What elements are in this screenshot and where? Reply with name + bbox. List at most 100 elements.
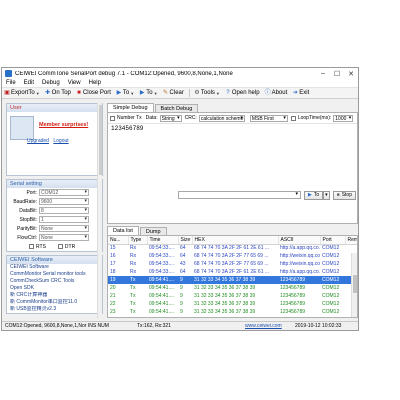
flowctrl-select[interactable]: None (39, 234, 89, 241)
table-cell-size: 9 (180, 285, 183, 291)
table-cell-ascii: 123456789 (280, 301, 306, 307)
maximize-button[interactable]: ☐ (330, 70, 344, 78)
loop-checkbox[interactable] (290, 115, 296, 121)
user-avatar (10, 116, 34, 140)
send-dropdown-button[interactable]: ▾ (323, 190, 330, 200)
table-cell-n: 23 (110, 309, 116, 315)
table-row[interactable]: 22 Tx 09:54:41.... 9 31 32 33 34 35 36 37 38… (108, 300, 357, 308)
databit-select[interactable]: 8 (39, 207, 89, 214)
table-scrollbar[interactable] (351, 253, 357, 317)
clear-button[interactable]: ✎ Clear (163, 90, 184, 96)
crc-scheme-select[interactable]: calculation scheme (198, 114, 245, 122)
minimize-button[interactable]: – (316, 70, 330, 77)
send-history-select[interactable] (178, 191, 302, 199)
table-row[interactable]: 17 Rx 09:54:33.... 43 68 74 74 70 3A 2F 2F 7… (108, 260, 357, 268)
upgraded-link[interactable]: Upgraded (27, 138, 49, 144)
table-cell-time: 09:54:41.... (149, 301, 175, 307)
software-link[interactable]: CEIWEI Software (7, 264, 102, 271)
table-cell-ascii: http://weixin.qq.co... (280, 253, 320, 259)
software-link[interactable]: CommMonitor Serial monitor tools (7, 271, 102, 278)
setting-port: Port: COM12 (7, 188, 102, 197)
column-header[interactable]: Size (178, 236, 193, 245)
column-header[interactable]: ASCII (278, 236, 321, 245)
stop-port-icon: ■ (77, 90, 81, 96)
baudrate-select[interactable]: 9600 (39, 198, 89, 205)
app-icon (5, 70, 12, 77)
status-datetime: 2019-10-12 10:02:33 (295, 323, 342, 329)
data-format-select[interactable]: String (159, 114, 182, 122)
send-to-button-1[interactable]: ▶ To ▼ (116, 90, 135, 96)
column-header[interactable]: Nu... (108, 236, 129, 245)
software-link[interactable]: Open SDK (7, 285, 102, 292)
rts-checkbox[interactable] (29, 244, 34, 249)
ontop-button[interactable]: ✚ On Top (45, 90, 71, 96)
menu-help[interactable]: Help (89, 80, 101, 86)
column-header[interactable]: Port (320, 236, 346, 245)
menu-edit[interactable]: Edit (24, 80, 34, 86)
menu-view[interactable]: View (68, 80, 81, 86)
sidebar-scrollbar[interactable] (97, 103, 102, 318)
column-header[interactable]: Remark (345, 236, 357, 245)
table-cell-hex: 68 74 74 70 3A 2F 2F 77 65 69 ... (194, 253, 269, 259)
table-cell-time: 09:54:41.... (149, 293, 175, 299)
send-to-button[interactable]: ▶ To (304, 190, 324, 200)
table-row[interactable]: 20 Tx 09:54:41.... 9 31 32 33 34 35 36 37 38… (108, 284, 357, 292)
loop-time-input[interactable]: 1000 (333, 114, 354, 122)
logout-link[interactable]: Logout (53, 138, 68, 144)
open-help-button[interactable]: ? Open help (225, 90, 259, 96)
table-cell-hex: 31 32 33 34 35 36 37 38 39 (194, 301, 256, 307)
stop-button[interactable]: ■ Stop (332, 190, 356, 200)
column-header[interactable]: Time (147, 236, 179, 245)
table-row[interactable]: 19 Tx 09:54:41.... 9 31 32 33 34 35 36 37 38… (108, 276, 357, 284)
port-select[interactable]: COM12 (39, 189, 89, 196)
tab-dump[interactable]: Dump (139, 227, 167, 235)
table-cell-remark (345, 244, 357, 252)
table-cell-ascii: 123456789 (278, 316, 320, 317)
chevron-down-icon: ▼ (130, 90, 135, 96)
table-row[interactable]: 18 Rx 09:54:33.... 64 68 74 74 70 3A 2F 2F 6… (108, 268, 357, 276)
send-text-area[interactable]: 123456789 (108, 124, 357, 133)
tab-batch-debug[interactable]: Batch Debug (154, 104, 199, 112)
dtr-label: DTR (64, 243, 76, 250)
number-tx-checkbox[interactable] (110, 115, 115, 121)
table-row[interactable]: 16 Rx 09:54:33.... 64 68 74 74 70 3A 2F 2F 7… (108, 252, 357, 260)
close-window-button[interactable]: ✕ (344, 70, 358, 78)
software-link[interactable]: CommCheckSum CRC Tools (7, 278, 102, 285)
table-cell-time: 09:54:33.... (149, 269, 175, 275)
title-bar: CEIWEI CommTone SerialPort debug 7.1 - C… (2, 68, 358, 79)
table-row[interactable]: 23 Tx 09:54:41.... 9 31 32 33 34 35 36 37 38… (108, 308, 357, 316)
table-row[interactable]: 21 Tx 09:54:41.... 9 31 32 33 34 35 36 37 38… (108, 292, 357, 300)
paritybit-select[interactable]: None (39, 225, 89, 232)
member-surprises-link[interactable]: Member surprises! (39, 122, 88, 128)
table-row[interactable]: 24Tx09:54:41....931 32 33 34 35 36 37 38… (108, 316, 357, 317)
table-cell-type: Rx (130, 245, 137, 252)
data-label: Data: (145, 115, 158, 121)
menu-debug[interactable]: Debug (42, 80, 60, 86)
export-button[interactable]: ▣ ExportTo ▼ (4, 90, 40, 96)
table-cell-type: Rx (130, 269, 137, 275)
menu-file[interactable]: File (6, 80, 16, 86)
website-link[interactable]: www.ceiwei.com (245, 323, 295, 329)
software-link[interactable]: 新 CommMonitor串口监控11.0 (7, 299, 102, 306)
table-cell-time: 09:54:41.... (149, 309, 175, 315)
tab-data-list[interactable]: Data list (107, 226, 139, 235)
window-title: CEIWEI CommTone SerialPort debug 7.1 - C… (15, 70, 233, 77)
software-link[interactable]: 新 USB监控精灵v2.3 (7, 306, 102, 313)
exit-button[interactable]: ➜ Exit (292, 90, 310, 96)
tab-simple-debug[interactable]: Simple Debug (107, 103, 154, 112)
column-header[interactable]: HEX (192, 236, 279, 245)
stopbit-select[interactable]: 1 (39, 216, 89, 223)
table-cell-n: 21 (110, 293, 116, 299)
about-button[interactable]: ⓘ About (265, 90, 288, 96)
chevron-down-icon: ▾ (325, 192, 328, 198)
column-header[interactable]: Type (128, 236, 148, 245)
play-icon: ▶ (139, 90, 145, 96)
send-to-button-2[interactable]: ▶ To ▼ (139, 90, 158, 96)
table-cell-hex: 31 32 33 34 35 36 37 38 39 (194, 309, 256, 315)
dtr-checkbox[interactable] (57, 244, 63, 249)
software-link[interactable]: 新 CRC计算神器 (7, 292, 102, 299)
tools-button[interactable]: ⚙ Tools ▼ (194, 90, 220, 96)
close-port-button[interactable]: ■ Close Port (76, 90, 111, 96)
bit-order-select[interactable]: MSB First (249, 114, 288, 122)
table-row[interactable]: 15 Rx 09:54:33.... 64 68 74 74 70 3A 2F 2F 6… (108, 244, 357, 252)
